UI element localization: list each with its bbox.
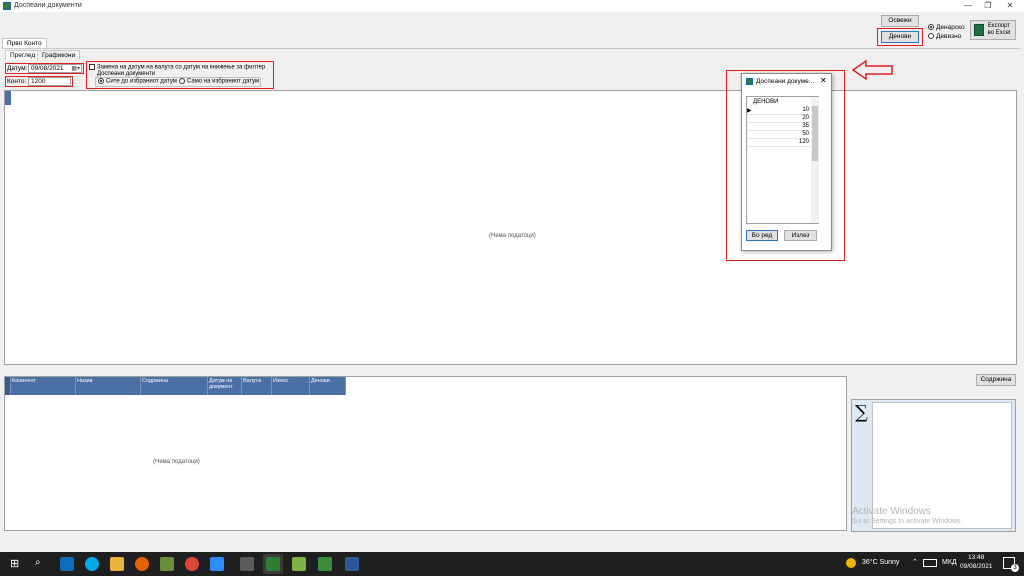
list-item[interactable]: 35 <box>747 123 811 131</box>
restore-button[interactable]: ❐ <box>980 1 996 11</box>
activate-title: Activate Windows <box>852 506 931 517</box>
word-icon[interactable] <box>345 557 359 571</box>
radio-dot-icon <box>179 78 185 84</box>
app-icon <box>3 2 11 10</box>
teamviewer-icon[interactable] <box>210 557 224 571</box>
list-scrollbar[interactable] <box>811 97 819 223</box>
tab-charts[interactable]: Графикони <box>37 50 81 60</box>
calendar-dropdown-icon[interactable]: ▦▾ <box>71 65 80 73</box>
row-pointer-icon: ▶ <box>747 108 752 114</box>
tab-preview[interactable]: Преглед <box>5 50 41 60</box>
main-empty-text: (Нема податоци) <box>489 233 536 239</box>
days-list[interactable]: ДЕНОВИ ▶ 10 20 35 50 120 <box>746 96 819 224</box>
checkbox-icon <box>89 64 95 70</box>
erp-app-icon[interactable] <box>266 557 280 571</box>
col-header[interactable]: Износ <box>272 377 310 395</box>
account-label: Конто: <box>7 78 27 85</box>
windows-start-icon[interactable]: ⊞ <box>10 557 19 570</box>
language-indicator[interactable]: МКД <box>942 559 957 566</box>
close-button[interactable]: ✕ <box>1002 1 1018 11</box>
activate-subtitle: Go to Settings to activate Windows. <box>852 518 963 525</box>
dialog-close-button[interactable]: ✕ <box>820 76 827 85</box>
col-header[interactable]: Содржина <box>141 377 208 395</box>
radio-dot-icon <box>928 24 934 31</box>
col-header[interactable]: Валута <box>242 377 272 395</box>
clock-date[interactable]: 09/08/2021 <box>960 563 993 570</box>
taskbar: ⊞ ⌕ 36°C Sunny ⌃ МКД 13:48 09/08/2021 3 <box>0 552 1024 576</box>
left-arrow-annotation-icon <box>852 59 893 81</box>
excel-icon <box>974 24 984 36</box>
refresh-button[interactable]: Освежи <box>881 15 919 27</box>
radio-dot-icon <box>98 78 104 84</box>
app-icon[interactable] <box>160 557 174 571</box>
minimize-button[interactable]: — <box>960 1 976 11</box>
sigma-icon: ∑ <box>855 402 868 423</box>
chevron-up-icon[interactable]: ⌃ <box>912 558 918 566</box>
col-header[interactable]: Денови <box>310 377 346 395</box>
dialog-app-icon <box>746 78 753 85</box>
radio-dot-icon <box>928 33 934 40</box>
scrollbar-thumb[interactable] <box>812 106 818 161</box>
documents-grid: Конинент Назив Содржина Датум на докумен… <box>4 376 847 531</box>
tab-prvo-konto[interactable]: Прво Конто <box>2 38 47 48</box>
skype-icon[interactable] <box>85 557 99 571</box>
firefox-icon[interactable] <box>135 557 149 571</box>
erp-app-2-icon[interactable] <box>292 557 306 571</box>
dialog-title: Доспеани докуме... <box>756 78 815 85</box>
weather-text[interactable]: 36°C Sunny <box>862 559 899 566</box>
radio-foreign[interactable]: Девизно <box>928 33 961 40</box>
content-button[interactable]: Содржина <box>976 374 1016 386</box>
export-excel-button[interactable]: Експорт во Excel <box>970 20 1016 40</box>
keyboard-icon[interactable] <box>923 559 937 567</box>
calculator-icon[interactable] <box>240 557 254 571</box>
dialog-ok-button[interactable]: Во ред <box>746 230 778 241</box>
col-header[interactable]: Конинент <box>11 377 76 395</box>
panel-handle[interactable] <box>5 91 11 105</box>
col-header[interactable]: Датум на документ <box>208 377 242 395</box>
list-item[interactable]: 20 <box>747 115 811 123</box>
days-dialog: Доспеани докуме... ✕ ДЕНОВИ ▶ 10 20 35 50… <box>741 73 832 251</box>
chrome-icon[interactable] <box>185 557 199 571</box>
account-input[interactable]: 1200 <box>28 77 71 86</box>
radio-denars[interactable]: Денарско <box>928 24 965 31</box>
radio-only-date[interactable]: Само на избраниот датум <box>179 78 259 85</box>
grid-empty-text: (Нема податоци) <box>153 459 200 465</box>
list-item[interactable]: ▶ 10 <box>747 107 811 115</box>
tab-divider <box>2 48 1020 49</box>
days-column-header: ДЕНОВИ <box>753 99 779 105</box>
main-data-panel: (Нема податоци) <box>4 90 1017 365</box>
title-bar: Доспеани документи — ❐ ✕ <box>0 0 1024 12</box>
date-input[interactable]: 09/08/2021 ▦▾ <box>28 64 82 73</box>
replace-date-checkbox[interactable]: Замена на датум на валута со датум на кн… <box>89 64 265 71</box>
file-explorer-icon[interactable] <box>110 557 124 571</box>
grid-header: Конинент Назив Содржина Датум на докумен… <box>5 377 346 395</box>
outlook-icon[interactable] <box>60 557 74 571</box>
window-title: Доспеани документи <box>14 2 82 9</box>
date-label: Датум: <box>7 65 28 72</box>
list-item[interactable]: 50 <box>747 131 811 139</box>
search-icon[interactable]: ⌕ <box>35 557 41 568</box>
dialog-exit-button[interactable]: Излез <box>784 230 817 241</box>
col-header[interactable]: Назив <box>76 377 141 395</box>
erp-app-3-icon[interactable] <box>318 557 332 571</box>
list-item[interactable]: 120 <box>747 139 811 147</box>
days-button[interactable]: Денови <box>881 31 919 43</box>
sun-weather-icon[interactable] <box>846 558 856 568</box>
clock-time[interactable]: 13:48 <box>968 554 984 561</box>
notification-badge: 3 <box>1011 564 1019 572</box>
radio-all-dates[interactable]: Сите до избраниот датум <box>98 78 177 85</box>
